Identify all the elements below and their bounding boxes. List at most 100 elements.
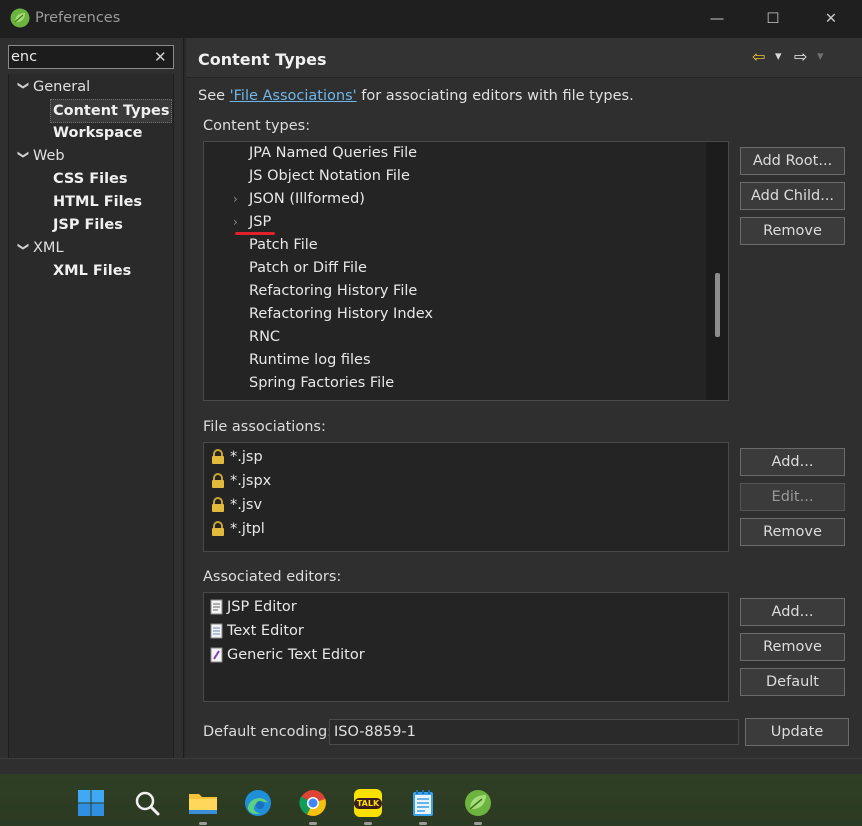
hint-prefix: See xyxy=(198,88,230,104)
editor-item: Generic Text Editor xyxy=(227,647,365,663)
lock-icon xyxy=(212,497,224,512)
editor-item: JSP Editor xyxy=(227,599,297,615)
close-icon: ✕ xyxy=(824,11,838,27)
remove-content-type-button[interactable]: Remove xyxy=(740,217,845,245)
tree-item-general[interactable]: ❯ General xyxy=(9,76,169,98)
generic-text-editor-icon xyxy=(210,647,223,663)
default-encoding-label: Default encoding: xyxy=(203,724,333,740)
forward-arrow-icon[interactable]: ⇨ xyxy=(794,47,807,66)
running-indicator xyxy=(309,822,317,825)
file-association-item: *.jtpl xyxy=(230,521,265,537)
remove-editor-button[interactable]: Remove xyxy=(740,633,845,661)
taskbar-search-button[interactable] xyxy=(132,788,162,818)
chrome-browser-button[interactable] xyxy=(298,788,328,818)
folder-icon xyxy=(189,794,217,814)
scrollbar-thumb[interactable] xyxy=(715,273,720,337)
associated-editors-label: Associated editors: xyxy=(203,569,342,585)
file-explorer-button[interactable] xyxy=(188,788,218,818)
tree-item-label: General xyxy=(33,79,91,95)
associated-editors-list[interactable]: JSP Editor Text Editor Generic Text Edit… xyxy=(203,592,729,702)
lock-icon xyxy=(212,521,224,536)
minimize-button[interactable]: — xyxy=(688,0,746,38)
default-editor-button[interactable]: Default xyxy=(740,668,845,696)
add-root-button[interactable]: Add Root... xyxy=(740,147,845,175)
close-button[interactable]: ✕ xyxy=(802,0,860,38)
tree-item-label: Workspace xyxy=(53,125,143,141)
forward-dropdown-icon[interactable]: ▾ xyxy=(817,49,824,64)
content-type-item[interactable]: JPA Named Queries File xyxy=(249,142,417,165)
windows-start-button[interactable] xyxy=(76,788,106,818)
tree-item-label: Content Types xyxy=(50,99,173,123)
text-editor-icon xyxy=(210,623,223,639)
chrome-icon xyxy=(299,790,326,816)
content-type-item[interactable]: Spring Factories File xyxy=(249,372,394,395)
tree-item-xml[interactable]: ❯ XML xyxy=(9,237,169,259)
add-editor-button[interactable]: Add... xyxy=(740,598,845,626)
jsp-editor-icon xyxy=(210,599,223,615)
running-indicator xyxy=(199,822,207,825)
list-item[interactable]: JSP Editor xyxy=(210,595,297,619)
file-associations-link[interactable]: 'File Associations' xyxy=(230,88,357,104)
content-type-item[interactable]: RNC xyxy=(249,326,280,349)
running-indicator xyxy=(419,822,427,825)
file-associations-hint: See 'File Associations' for associating … xyxy=(198,88,634,104)
content-types-page: Content Types ⇦ ▾ ⇨ ▾ See 'File Associat… xyxy=(186,38,862,758)
content-type-item[interactable]: JS Object Notation File xyxy=(249,165,410,188)
editor-item: Text Editor xyxy=(227,623,304,639)
default-encoding-input[interactable] xyxy=(329,719,739,745)
content-type-item[interactable]: JSON (Illformed) xyxy=(249,188,365,211)
window-title: Preferences xyxy=(35,10,121,26)
list-item[interactable]: *.jsv xyxy=(210,493,262,517)
expand-chevron-icon[interactable]: › xyxy=(233,211,238,234)
tree-item-label: XML Files xyxy=(53,263,132,279)
kakaotalk-icon: TALK xyxy=(353,789,383,817)
add-child-button[interactable]: Add Child... xyxy=(740,182,845,210)
back-arrow-icon[interactable]: ⇦ xyxy=(752,47,765,66)
list-item[interactable]: Text Editor xyxy=(210,619,304,643)
dialog-footer xyxy=(0,758,862,774)
running-indicator xyxy=(364,822,372,825)
list-item[interactable]: *.jtpl xyxy=(210,517,265,541)
kakaotalk-badge: TALK xyxy=(353,797,383,809)
content-type-item-jsp[interactable]: JSP xyxy=(249,211,271,234)
spring-leaf-icon xyxy=(465,790,491,816)
content-types-tree[interactable]: JPA Named Queries File JS Object Notatio… xyxy=(203,141,729,401)
spring-tool-suite-button[interactable] xyxy=(463,788,493,818)
preferences-nav-panel: ✕ ❯ General Content Types Workspace ❯ We… xyxy=(0,38,184,758)
file-associations-list[interactable]: *.jsp *.jspx *.jsv *.jtpl xyxy=(203,442,729,552)
content-types-scrollbar[interactable] xyxy=(706,142,728,400)
edit-file-association-button[interactable]: Edit... xyxy=(740,483,845,511)
chevron-down-icon[interactable]: ❯ xyxy=(12,81,34,93)
content-type-item[interactable]: Runtime log files xyxy=(249,349,371,372)
tree-item-label: HTML Files xyxy=(53,194,143,210)
spring-app-icon xyxy=(10,8,30,28)
maximize-button[interactable]: ☐ xyxy=(744,0,802,38)
file-association-item: *.jsv xyxy=(230,497,263,513)
expand-chevron-icon[interactable]: › xyxy=(233,188,238,211)
windows-logo-icon xyxy=(78,790,104,816)
taskbar: TALK xyxy=(0,774,862,826)
notepad-button[interactable] xyxy=(408,788,438,818)
running-indicator xyxy=(474,822,482,825)
filter-input[interactable] xyxy=(8,45,174,69)
list-item[interactable]: *.jspx xyxy=(210,469,271,493)
list-item[interactable]: *.jsp xyxy=(210,445,263,469)
content-type-item[interactable]: Refactoring History File xyxy=(249,280,417,303)
back-dropdown-icon[interactable]: ▾ xyxy=(775,49,782,64)
tree-item-label: Web xyxy=(33,148,65,164)
tree-item-web[interactable]: ❯ Web xyxy=(9,145,169,167)
chevron-down-icon[interactable]: ❯ xyxy=(12,242,34,254)
remove-file-association-button[interactable]: Remove xyxy=(740,518,845,546)
update-button[interactable]: Update xyxy=(745,718,849,746)
clear-filter-icon[interactable]: ✕ xyxy=(154,48,167,66)
content-type-item[interactable]: Refactoring History Index xyxy=(249,303,433,326)
edge-browser-button[interactable] xyxy=(243,788,273,818)
list-item[interactable]: Generic Text Editor xyxy=(210,643,365,667)
content-type-item[interactable]: Patch File xyxy=(249,234,318,257)
add-file-association-button[interactable]: Add... xyxy=(740,448,845,476)
kakaotalk-button[interactable]: TALK xyxy=(353,788,383,818)
content-type-item[interactable]: Patch or Diff File xyxy=(249,257,367,280)
tree-item-label: XML xyxy=(33,240,64,256)
chevron-down-icon[interactable]: ❯ xyxy=(12,150,34,162)
preferences-tree: ❯ General Content Types Workspace ❯ Web … xyxy=(8,74,174,758)
